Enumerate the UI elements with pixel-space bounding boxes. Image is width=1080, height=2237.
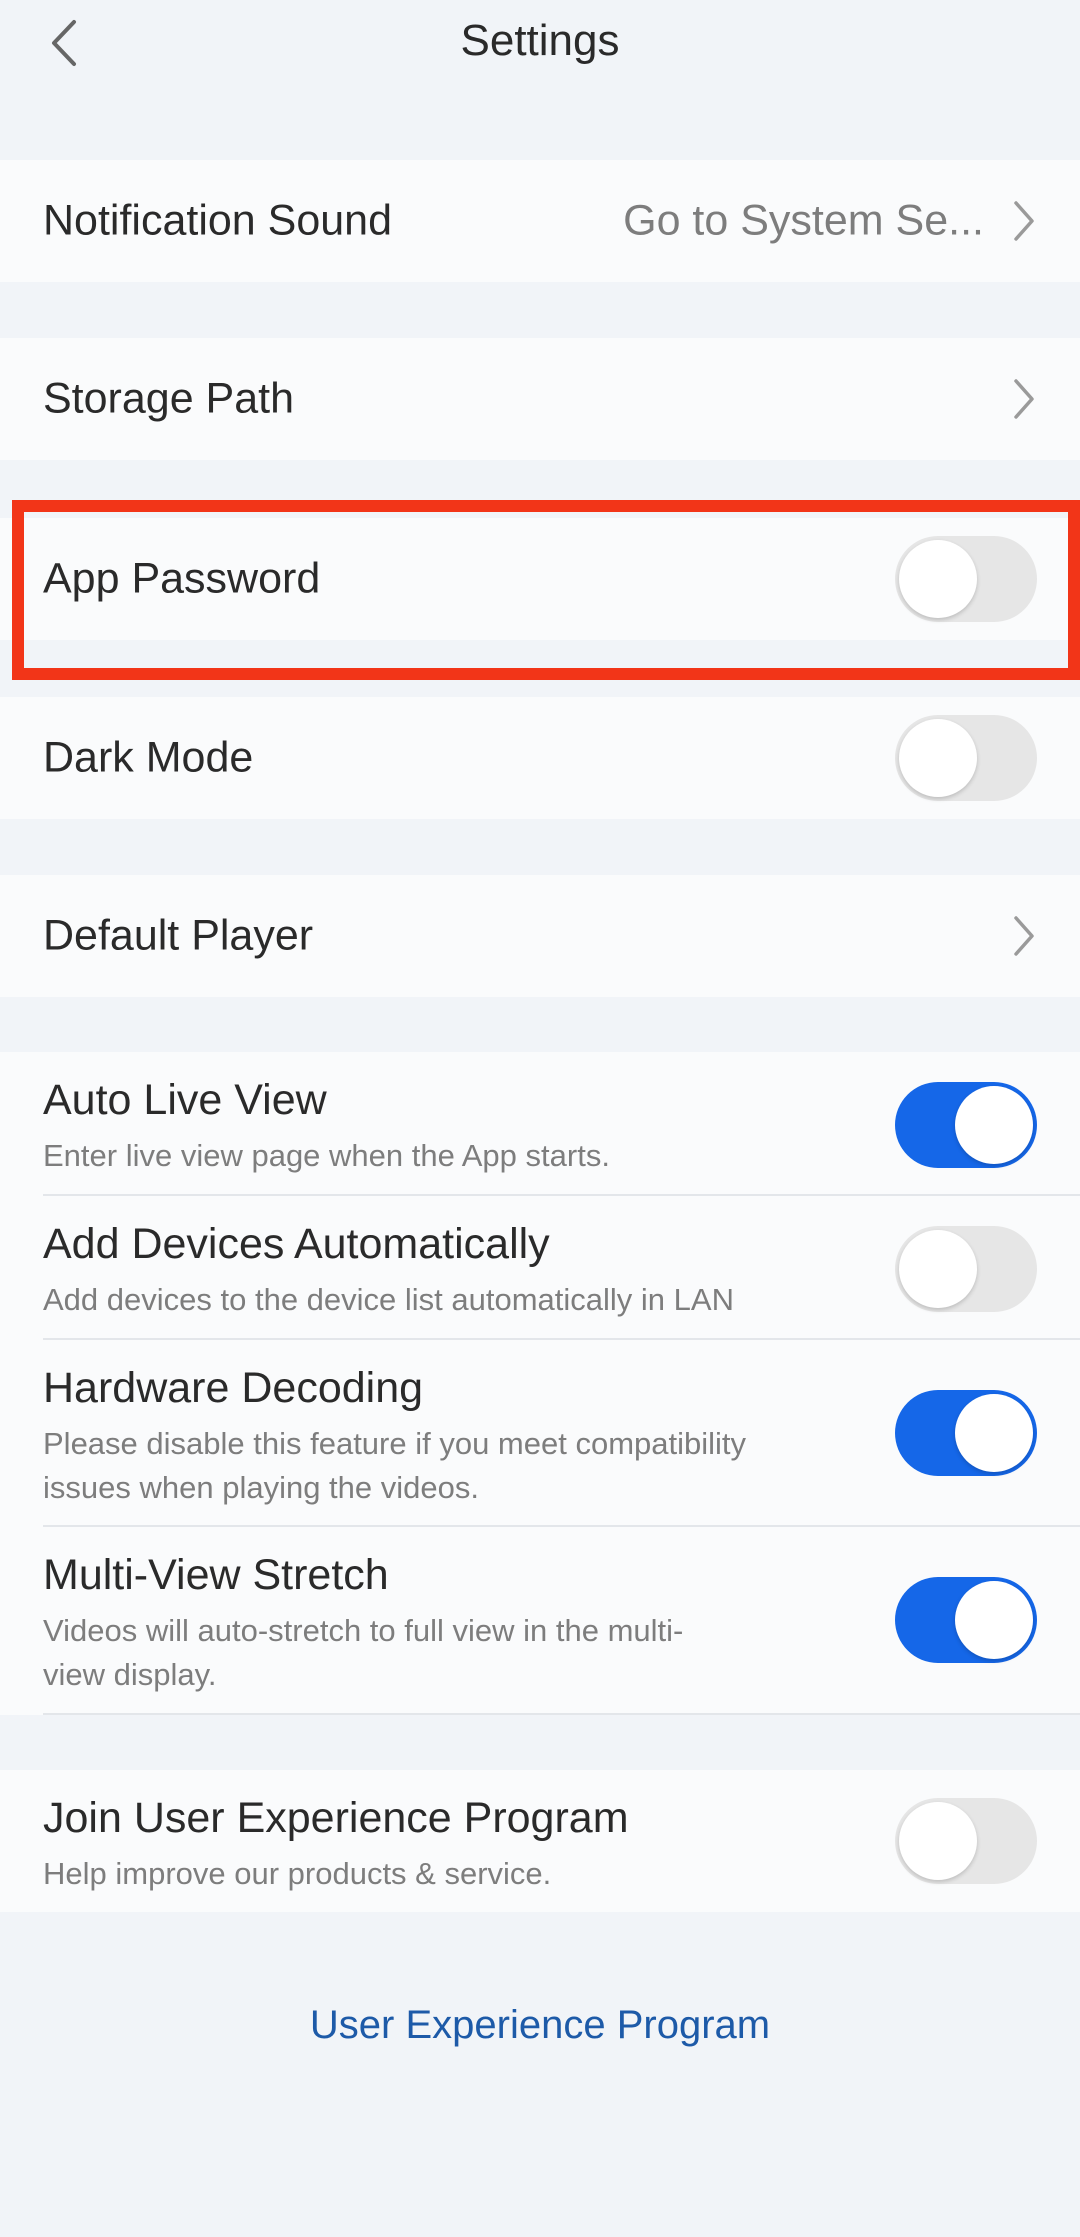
hardware-decoding-description: Please disable this feature if you meet … (43, 1426, 747, 1505)
video-settings-card: Auto Live View Enter live view page when… (0, 1052, 1080, 1715)
dark-mode-row: Dark Mode (0, 697, 1080, 819)
join-user-experience-program-toggle[interactable] (895, 1798, 1037, 1884)
dark-mode-toggle[interactable] (895, 715, 1037, 801)
user-experience-card: Join User Experience Program Help improv… (0, 1770, 1080, 1912)
page-title: Settings (460, 16, 620, 65)
multi-view-stretch-label: Multi-View Stretch (43, 1551, 389, 1599)
auto-live-view-row: Auto Live View Enter live view page when… (0, 1052, 1080, 1196)
highlight-box (12, 500, 1080, 680)
divider (43, 1713, 1080, 1715)
multi-view-stretch-description: Videos will auto-stretch to full view in… (43, 1613, 684, 1692)
join-user-experience-program-row: Join User Experience Program Help improv… (0, 1770, 1080, 1912)
add-devices-automatically-toggle[interactable] (895, 1226, 1037, 1312)
nav-header: Settings (0, 0, 1080, 90)
add-devices-automatically-label: Add Devices Automatically (43, 1220, 550, 1268)
storage-path-label: Storage Path (43, 374, 295, 423)
auto-live-view-label: Auto Live View (43, 1076, 327, 1124)
toggle-knob (955, 1394, 1033, 1472)
chevron-right-icon (1014, 379, 1034, 419)
storage-path-row[interactable]: Storage Path (0, 338, 1080, 460)
chevron-right-icon (1014, 916, 1034, 956)
toggle-knob (955, 1581, 1033, 1659)
storage-path-card: Storage Path (0, 338, 1080, 460)
multi-view-stretch-row: Multi-View Stretch Videos will auto-stre… (0, 1527, 1080, 1715)
add-devices-automatically-row: Add Devices Automatically Add devices to… (0, 1196, 1080, 1340)
dark-mode-label: Dark Mode (43, 733, 254, 782)
multi-view-stretch-toggle[interactable] (895, 1577, 1037, 1663)
toggle-knob (955, 1086, 1033, 1164)
auto-live-view-description: Enter live view page when the App starts… (43, 1138, 610, 1173)
hardware-decoding-label: Hardware Decoding (43, 1364, 424, 1412)
join-user-experience-program-description: Help improve our products & service. (43, 1856, 552, 1891)
notification-sound-card: Notification Sound Go to System Se... (0, 160, 1080, 282)
user-experience-program-link[interactable]: User Experience Program (0, 2003, 1080, 2048)
notification-sound-row[interactable]: Notification Sound Go to System Se... (0, 160, 1080, 282)
hardware-decoding-row: Hardware Decoding Please disable this fe… (0, 1340, 1080, 1527)
default-player-label: Default Player (43, 911, 314, 960)
toggle-knob (899, 1802, 977, 1880)
hardware-decoding-toggle[interactable] (895, 1390, 1037, 1476)
notification-sound-label: Notification Sound (43, 196, 392, 245)
toggle-knob (899, 1230, 977, 1308)
join-user-experience-program-label: Join User Experience Program (43, 1794, 629, 1842)
notification-sound-value: Go to System Se... (623, 196, 984, 245)
default-player-row[interactable]: Default Player (0, 875, 1080, 997)
toggle-knob (899, 719, 977, 797)
dark-mode-card: Dark Mode (0, 697, 1080, 819)
add-devices-automatically-description: Add devices to the device list automatic… (43, 1282, 734, 1317)
chevron-right-icon (1014, 201, 1034, 241)
default-player-card: Default Player (0, 875, 1080, 997)
auto-live-view-toggle[interactable] (895, 1082, 1037, 1168)
